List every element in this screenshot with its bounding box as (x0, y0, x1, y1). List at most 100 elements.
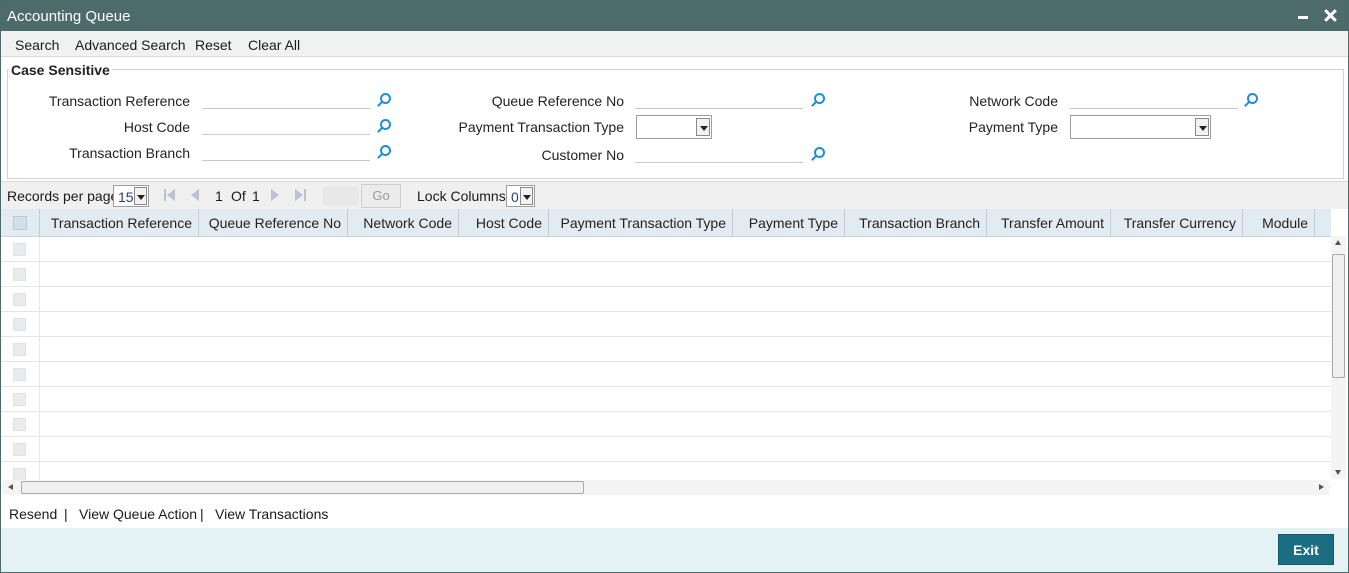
scroll-up-icon[interactable] (1335, 240, 1341, 245)
queue-reference-no-label: Queue Reference No (491, 93, 624, 109)
column-header-payment-transaction-type[interactable]: Payment Transaction Type (549, 209, 733, 237)
table-row[interactable] (1, 362, 1331, 387)
horizontal-scrollbar[interactable] (3, 480, 1329, 495)
row-checkbox[interactable] (13, 393, 26, 406)
column-divider (39, 387, 40, 412)
customer-no-input[interactable] (635, 145, 803, 163)
case-sensitive-legend: Case Sensitive (9, 62, 112, 78)
window-title: Accounting Queue (7, 8, 131, 25)
records-per-page-select[interactable]: 15 (113, 185, 149, 207)
network-code-input[interactable] (1070, 91, 1238, 109)
lock-columns-label: Lock Columns (417, 188, 506, 204)
customer-no-label: Customer No (541, 147, 624, 163)
horizontal-scroll-thumb[interactable] (21, 481, 584, 494)
queue-reference-no-input[interactable] (635, 91, 803, 109)
transaction-branch-search-icon[interactable] (376, 145, 391, 159)
host-code-input[interactable] (202, 117, 370, 135)
host-code-search-icon[interactable] (376, 119, 391, 133)
title-bar: Accounting Queue (1, 1, 1348, 31)
network-code-label: Network Code (969, 93, 1058, 109)
transaction-branch-input[interactable] (202, 143, 370, 161)
chevron-down-icon[interactable] (696, 118, 710, 136)
column-divider (39, 312, 40, 337)
current-page: 1 (215, 188, 223, 204)
row-checkbox[interactable] (13, 243, 26, 256)
column-divider (39, 262, 40, 287)
next-page-icon[interactable] (269, 189, 281, 201)
vertical-scroll-thumb[interactable] (1332, 254, 1345, 378)
scroll-left-icon[interactable] (8, 484, 13, 490)
column-header-queue-reference-no[interactable]: Queue Reference No (199, 209, 348, 237)
table-row[interactable] (1, 412, 1331, 437)
row-checkbox[interactable] (13, 368, 26, 381)
row-checkbox[interactable] (13, 443, 26, 456)
row-checkbox[interactable] (13, 418, 26, 431)
column-header-transaction-reference[interactable]: Transaction Reference (40, 209, 199, 237)
table-row[interactable] (1, 262, 1331, 287)
go-button[interactable]: Go (361, 184, 401, 208)
select-all-checkbox[interactable] (13, 216, 27, 230)
table-row[interactable] (1, 387, 1331, 412)
reset-menu-item[interactable]: Reset (195, 37, 232, 53)
column-header-transfer-currency[interactable]: Transfer Currency (1111, 209, 1243, 237)
close-icon[interactable] (1322, 6, 1340, 24)
scroll-right-icon[interactable] (1319, 484, 1324, 490)
scroll-down-icon[interactable] (1335, 470, 1341, 475)
previous-page-icon[interactable] (189, 189, 201, 201)
network-code-search-icon[interactable] (1243, 93, 1258, 107)
chevron-down-icon[interactable] (1195, 118, 1209, 136)
minimize-icon[interactable] (1296, 6, 1310, 24)
column-divider (39, 437, 40, 462)
row-checkbox[interactable] (13, 343, 26, 356)
column-header-host-code[interactable]: Host Code (459, 209, 549, 237)
separator: | (200, 506, 204, 522)
first-page-icon[interactable] (164, 189, 176, 201)
chevron-down-icon[interactable] (134, 187, 147, 205)
row-checkbox[interactable] (13, 318, 26, 331)
exit-button[interactable]: Exit (1278, 534, 1334, 565)
menu-bar: Search Advanced Search Reset Clear All (1, 31, 1348, 57)
resend-link[interactable]: Resend (9, 506, 57, 522)
payment-transaction-type-select[interactable] (636, 115, 712, 139)
vertical-scrollbar[interactable] (1331, 236, 1346, 479)
advanced-search-menu-item[interactable]: Advanced Search (75, 37, 186, 53)
column-header-transaction-branch[interactable]: Transaction Branch (845, 209, 987, 237)
payment-transaction-type-label: Payment Transaction Type (458, 119, 625, 135)
last-page-icon[interactable] (295, 189, 307, 201)
lock-columns-select[interactable]: 0 (506, 185, 535, 207)
chevron-down-icon[interactable] (520, 187, 533, 205)
table-row[interactable] (1, 287, 1331, 312)
lock-columns-value: 0 (511, 189, 519, 205)
column-divider (39, 287, 40, 312)
column-divider (39, 362, 40, 387)
grid-header: Transaction Reference Queue Reference No… (1, 209, 1331, 237)
table-row[interactable] (1, 312, 1331, 337)
column-header-payment-type[interactable]: Payment Type (733, 209, 845, 237)
accounting-queue-window: Accounting Queue Search Advanced Search … (0, 0, 1349, 573)
of-label: Of (231, 188, 246, 204)
view-queue-action-link[interactable]: View Queue Action (79, 506, 197, 522)
table-row[interactable] (1, 237, 1331, 262)
column-header-module[interactable]: Module (1243, 209, 1315, 237)
column-header-transfer-amount[interactable]: Transfer Amount (987, 209, 1111, 237)
clear-all-menu-item[interactable]: Clear All (248, 37, 300, 53)
go-to-page-input[interactable] (323, 186, 359, 206)
queue-reference-no-search-icon[interactable] (810, 93, 825, 107)
customer-no-search-icon[interactable] (810, 147, 825, 161)
transaction-reference-label: Transaction Reference (48, 93, 190, 109)
view-transactions-link[interactable]: View Transactions (215, 506, 328, 522)
payment-type-label: Payment Type (968, 119, 1058, 135)
column-divider (39, 237, 40, 262)
row-checkbox[interactable] (13, 293, 26, 306)
results-grid: Transaction Reference Queue Reference No… (1, 209, 1348, 496)
transaction-reference-search-icon[interactable] (376, 93, 391, 107)
row-checkbox[interactable] (13, 268, 26, 281)
pagination-bar: Records per page 15 1 Of 1 Go Lock Colum… (1, 181, 1348, 209)
records-per-page-value: 15 (118, 189, 134, 205)
column-header-network-code[interactable]: Network Code (348, 209, 459, 237)
search-menu-item[interactable]: Search (15, 37, 59, 53)
transaction-reference-input[interactable] (202, 91, 370, 109)
payment-type-select[interactable] (1070, 115, 1211, 139)
table-row[interactable] (1, 337, 1331, 362)
table-row[interactable] (1, 437, 1331, 462)
